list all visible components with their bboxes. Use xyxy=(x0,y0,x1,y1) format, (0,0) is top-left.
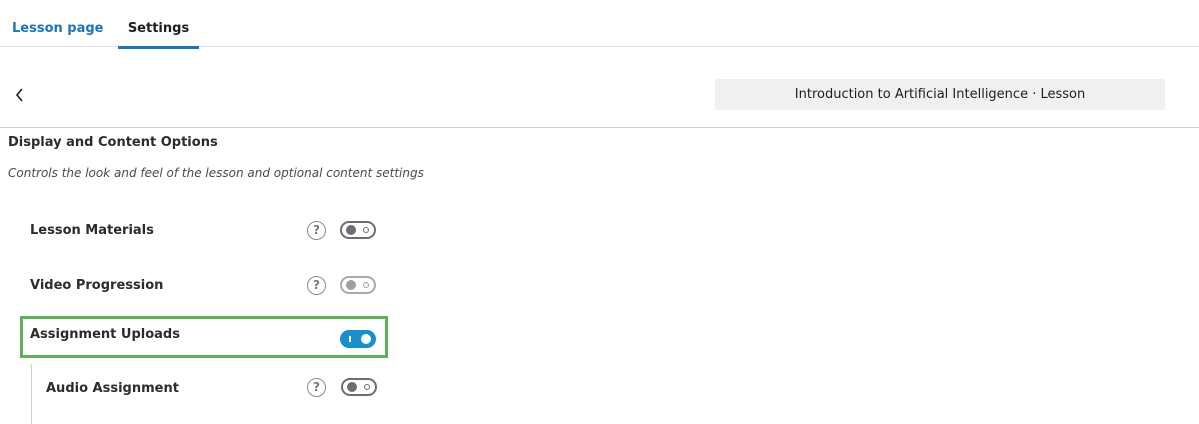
toggle-off-indicator xyxy=(363,227,369,233)
lesson-materials-label: Lesson Materials xyxy=(30,223,154,238)
video-progression-label: Video Progression xyxy=(30,278,164,293)
question-circle-icon[interactable]: ? xyxy=(307,378,326,397)
tab-lesson-page[interactable]: Lesson page xyxy=(12,0,104,49)
toggle-knob xyxy=(361,334,371,344)
nested-indent-line xyxy=(31,364,32,424)
lesson-materials-toggle[interactable] xyxy=(340,221,376,239)
toggle-knob xyxy=(346,225,356,235)
assignment-uploads-label: Assignment Uploads xyxy=(30,327,180,342)
toggle-knob xyxy=(346,280,356,290)
question-circle-icon[interactable]: ? xyxy=(307,221,326,240)
assignment-uploads-toggle[interactable] xyxy=(340,330,376,348)
toggle-off-indicator xyxy=(363,282,369,288)
tab-bar: Lesson page Settings xyxy=(0,0,1199,49)
question-circle-icon[interactable]: ? xyxy=(307,276,326,295)
video-progression-toggle[interactable] xyxy=(340,276,376,294)
toggle-on-indicator xyxy=(349,336,351,342)
tab-settings[interactable]: Settings xyxy=(118,0,199,49)
audio-assignment-label: Audio Assignment xyxy=(46,381,179,396)
audio-assignment-toggle[interactable] xyxy=(341,378,377,396)
section-title: Display and Content Options xyxy=(8,135,218,150)
toggle-off-indicator xyxy=(364,384,370,390)
chevron-left-icon[interactable] xyxy=(10,84,30,106)
section-description: Controls the look and feel of the lesson… xyxy=(8,166,424,180)
header-divider xyxy=(0,127,1199,128)
lesson-breadcrumb[interactable]: Introduction to Artificial Intelligence … xyxy=(715,79,1165,110)
toggle-knob xyxy=(347,382,357,392)
